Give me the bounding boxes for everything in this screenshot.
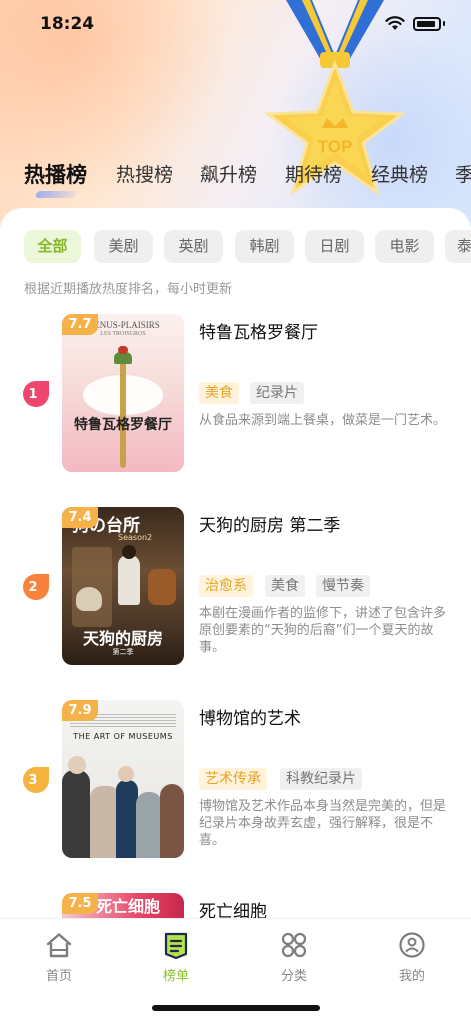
profile-icon (399, 932, 425, 958)
list-item[interactable]: 2 狗の台所 Season2 天狗的厨房 第二季 7.4 天狗的厨房 第二季 治… (0, 507, 471, 672)
item-summary: 博物馆及艺术作品本身当然是完美的，但是纪录片本身故弄玄虚，强行解释，很是不喜。 (199, 799, 447, 848)
tag[interactable]: 慢节奏 (316, 575, 370, 597)
status-icons (385, 16, 445, 31)
tag[interactable]: 科教纪录片 (280, 768, 362, 790)
score-badge: 7.7 (62, 314, 98, 335)
category-icon (281, 932, 307, 958)
poster-image[interactable]: 死亡细胞 7.5 (62, 893, 184, 918)
poster-subtitle: Season2 (118, 533, 153, 542)
chip-all[interactable]: 全部 (24, 230, 81, 263)
ranking-panel: 全部 美剧 英剧 韩剧 日剧 电影 泰 根据近期播放热度排名，每小时更新 1 M… (0, 208, 471, 918)
home-icon (46, 933, 72, 958)
rank-badge: 3 (22, 766, 50, 794)
chip-us-drama[interactable]: 美剧 (94, 230, 153, 263)
tab-hot-search[interactable]: 热搜榜 (116, 160, 173, 187)
svg-text:TOP: TOP (318, 137, 353, 156)
rank-number: 2 (28, 580, 38, 595)
item-title[interactable]: 天狗的厨房 第二季 (199, 511, 340, 536)
item-summary: 本剧在漫画作者的监修下，讲述了包含许多原创要素的“天狗的后裔”们一个夏天的故事。 (199, 606, 447, 655)
nav-home[interactable]: 首页 (19, 931, 99, 984)
battery-icon (413, 16, 441, 31)
filter-chips: 全部 美剧 英剧 韩剧 日剧 电影 泰 (24, 230, 471, 266)
tag[interactable]: 治愈系 (199, 575, 253, 597)
home-indicator (152, 1005, 320, 1011)
chip-k-drama[interactable]: 韩剧 (235, 230, 294, 263)
score-badge: 7.4 (62, 507, 98, 528)
item-title[interactable]: 特鲁瓦格罗餐厅 (199, 318, 318, 343)
nav-label: 我的 (398, 969, 425, 984)
poster-title: 死亡细胞 (96, 897, 161, 916)
active-tab-indicator (34, 191, 78, 198)
rank-number: 3 (28, 773, 38, 788)
poster-image[interactable]: THE ART OF MUSEUMS 7.9 (62, 700, 184, 858)
nav-label: 榜单 (162, 969, 189, 984)
tab-rising[interactable]: 飙升榜 (200, 160, 257, 187)
nav-category[interactable]: 分类 (254, 931, 334, 984)
tab-anticipated[interactable]: 期待榜 (285, 160, 342, 187)
tag[interactable]: 艺术传承 (199, 768, 267, 790)
poster-season-label: 第二季 (112, 648, 134, 656)
tag[interactable]: 美食 (199, 382, 239, 404)
rank-number: 1 (28, 387, 38, 402)
wifi-icon (385, 16, 405, 30)
poster-image[interactable]: 狗の台所 Season2 天狗的厨房 第二季 7.4 (62, 507, 184, 665)
nav-profile[interactable]: 我的 (372, 931, 452, 984)
list-item[interactable]: 3 THE ART OF MUSEUMS 7.9 博物馆的艺术 艺术传承 科教纪… (0, 700, 471, 865)
tag[interactable]: 纪录片 (250, 382, 304, 404)
rank-badge: 1 (22, 380, 50, 408)
chip-j-drama[interactable]: 日剧 (305, 230, 364, 263)
score-badge: 7.5 (62, 893, 98, 914)
nav-ranking[interactable]: 榜单 (136, 931, 216, 984)
item-title[interactable]: 死亡细胞 (199, 897, 267, 918)
bottom-navigation: 首页 榜单 分类 我的 (0, 918, 471, 1019)
nav-label: 分类 (280, 969, 307, 984)
list-item[interactable]: 1 MENUS-PLAISIRS LES TROISGROS 特鲁瓦格罗餐厅 7… (0, 314, 471, 479)
poster-title: 特鲁瓦格罗餐厅 (74, 417, 172, 433)
item-title[interactable]: 博物馆的艺术 (199, 704, 301, 729)
status-bar: 18:24 (0, 0, 471, 50)
tab-classic[interactable]: 经典榜 (371, 160, 428, 187)
score-badge: 7.9 (62, 700, 98, 721)
ranking-icon (164, 932, 188, 959)
tab-hot-play[interactable]: 热播榜 (24, 159, 87, 189)
chip-thai[interactable]: 泰 (445, 230, 471, 263)
item-summary: 从食品来源到端上餐桌，做菜是一门艺术。 (199, 413, 447, 428)
tag[interactable]: 美食 (265, 575, 305, 597)
chip-uk-drama[interactable]: 英剧 (164, 230, 223, 263)
poster-image[interactable]: MENUS-PLAISIRS LES TROISGROS 特鲁瓦格罗餐厅 7.7 (62, 314, 184, 472)
status-time: 18:24 (40, 14, 95, 34)
list-item[interactable]: 死亡细胞 7.5 死亡细胞 (0, 893, 471, 918)
poster-title: THE ART OF MUSEUMS (73, 732, 173, 741)
tab-season[interactable]: 季 (455, 160, 471, 187)
chip-movie[interactable]: 电影 (375, 230, 434, 263)
rank-badge: 2 (22, 573, 50, 601)
ranking-description: 根据近期播放热度排名，每小时更新 (24, 282, 233, 297)
ranking-tabs: 热播榜 热搜榜 飙升榜 期待榜 经典榜 季 (0, 160, 471, 200)
nav-label: 首页 (45, 969, 72, 984)
poster-title: 天狗的厨房 (82, 629, 163, 648)
